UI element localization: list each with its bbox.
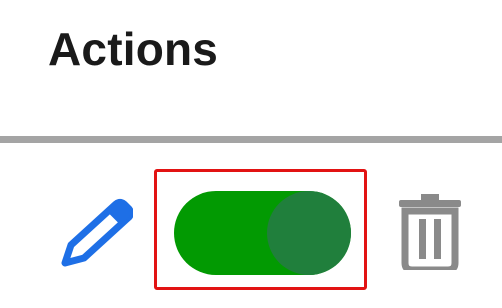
trash-icon[interactable] [398, 194, 462, 270]
status-toggle-switch[interactable] [174, 191, 351, 275]
pencil-icon[interactable] [55, 196, 133, 268]
page-title: Actions [48, 23, 219, 75]
actions-header: Actions [0, 0, 502, 138]
toggle-knob [267, 191, 351, 275]
header-divider [0, 136, 502, 143]
